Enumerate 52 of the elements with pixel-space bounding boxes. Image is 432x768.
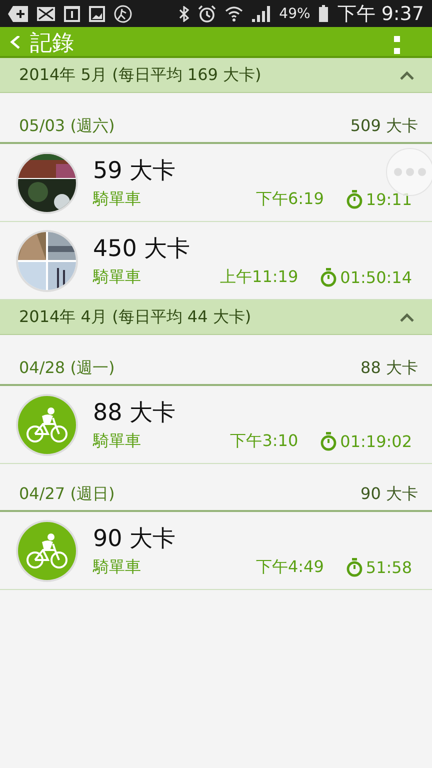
duration: 51:58 — [366, 558, 412, 577]
overflow-menu-icon[interactable] — [394, 36, 400, 56]
runner-icon — [114, 4, 132, 22]
battery-percentage: 49% — [279, 6, 310, 22]
duration: 19:11 — [366, 190, 412, 209]
month-summary: 2014年 4月 (每日平均 44 大卡) — [19, 306, 252, 328]
start-time: 下午4:49 — [256, 557, 324, 578]
day-date: 04/28 (週一) — [19, 358, 116, 379]
day-total: 88 大卡 — [360, 358, 418, 379]
calories: 90 大卡 — [93, 525, 176, 554]
bluetooth-icon — [179, 6, 190, 22]
day-date: 04/27 (週日) — [19, 484, 116, 505]
stopwatch-icon — [320, 432, 338, 451]
battery-icon — [319, 5, 328, 22]
month-summary: 2014年 5月 (每日平均 169 大卡) — [19, 64, 262, 86]
month-header[interactable]: 2014年 5月 (每日平均 169 大卡) — [0, 58, 432, 93]
screen-title: 記錄 — [30, 33, 74, 55]
activity-type: 騎單車 — [93, 557, 141, 578]
calories: 88 大卡 — [93, 399, 176, 428]
month-header[interactable]: 2014年 4月 (每日平均 44 大卡) — [0, 300, 432, 335]
stopwatch-icon — [346, 558, 363, 577]
stopwatch-icon — [320, 268, 338, 287]
clock-time: 下午 9:37 — [337, 2, 424, 26]
image-icon — [89, 6, 105, 22]
day-date: 05/03 (週六) — [19, 116, 116, 137]
chevron-icon[interactable] — [400, 70, 414, 80]
activity-type: 騎單車 — [93, 431, 141, 452]
signal-icon — [252, 6, 270, 22]
duration: 01:50:14 — [340, 268, 412, 287]
chevron-icon[interactable] — [400, 312, 414, 322]
calories: 59 大卡 — [93, 157, 176, 186]
back-icon[interactable] — [10, 36, 20, 50]
calendar-icon — [64, 6, 80, 22]
day-total: 90 大卡 — [360, 484, 418, 505]
start-time: 下午6:19 — [256, 189, 324, 210]
activity-row[interactable]: 88 大卡 騎單車 下午3:10 01:19:02 — [0, 386, 432, 464]
activity-type: 騎單車 — [93, 267, 141, 288]
activity-type: 騎單車 — [93, 189, 141, 210]
calories: 450 大卡 — [93, 235, 190, 264]
mail-icon — [37, 6, 55, 20]
day-total: 509 大卡 — [350, 116, 418, 137]
plus-icon — [8, 6, 28, 22]
cyclist-icon — [26, 532, 68, 570]
start-time: 下午3:10 — [230, 431, 298, 452]
stopwatch-icon — [346, 190, 363, 209]
cyclist-icon — [26, 406, 68, 444]
start-time: 上午11:19 — [220, 267, 298, 288]
alarm-icon — [198, 4, 216, 22]
more-icon — [394, 168, 426, 176]
duration: 01:19:02 — [340, 432, 412, 451]
wifi-icon — [225, 6, 244, 22]
activity-row[interactable]: 90 大卡 騎單車 下午4:49 51:58 — [0, 512, 432, 590]
